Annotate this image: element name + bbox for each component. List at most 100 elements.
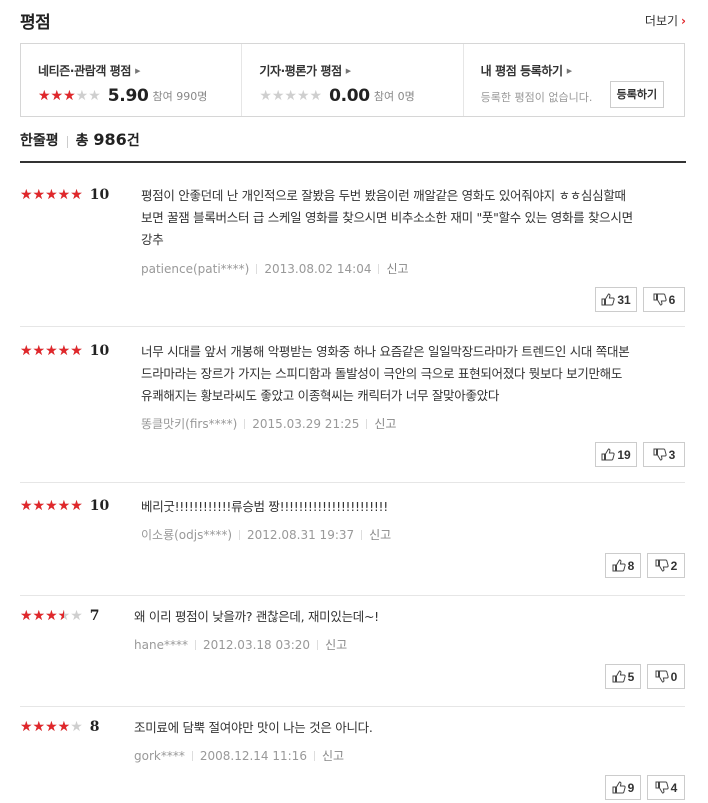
review-vote-buttons: 8 2 (605, 553, 685, 578)
review-date: 2012.03.18 03:20 (202, 637, 311, 652)
review-rating: ★★★★★★★★★★ 8 (20, 719, 100, 735)
critic-star-rating: ★★★★★★★★★★ (259, 89, 322, 103)
review-line: 평점이 안좋던데 난 개인적으로 잘봤음 두번 봤음이런 깨알같은 영화도 있어… (141, 188, 626, 203)
review-meta: gork**** 2008.12.14 11:16 신고 (134, 747, 344, 764)
review-star-rating: ★★★★★★★★★★ (20, 344, 83, 358)
dislike-button[interactable]: 4 (647, 775, 685, 800)
review-author[interactable]: patience(pati****) (141, 262, 249, 276)
review-vote-buttons: 9 4 (605, 775, 685, 800)
review-date: 2012.08.31 19:37 (247, 527, 355, 542)
register-rating-button[interactable]: 등록하기 (609, 81, 665, 108)
review-vote-buttons: 19 3 (595, 442, 685, 467)
report-link[interactable]: 신고 (322, 747, 344, 764)
total-suffix: 건 (126, 133, 140, 149)
divider (239, 529, 241, 540)
review-meta: 똥클맛키(firs****) 2015.03.29 21:25 신고 (141, 415, 396, 432)
review-score: 7 (89, 608, 100, 624)
review-text: 왜 이리 평점이 낮을까? 괜찮은데, 재미있는데~! (134, 606, 675, 628)
divider (317, 639, 319, 650)
thumbs-down-icon (653, 448, 667, 461)
thumbs-down-icon (655, 559, 669, 572)
review-author[interactable]: gork**** (134, 749, 185, 763)
review-text: 너무 시대를 앞서 개봉해 악평받는 영화중 하나 요즘같은 일일막장드라마가 … (141, 341, 675, 407)
thumbs-up-icon (601, 293, 615, 306)
dislike-count: 0 (670, 669, 678, 684)
more-link[interactable]: 더보기 › (645, 12, 686, 29)
dislike-count: 3 (668, 447, 676, 462)
arrow-right-icon: ▶ (566, 66, 572, 75)
divider (366, 418, 368, 429)
like-count: 5 (627, 669, 635, 684)
critic-score: 0.00 (329, 86, 370, 106)
dislike-count: 2 (670, 558, 678, 573)
like-count: 31 (617, 292, 631, 307)
comments-label: 한줄평 (20, 133, 59, 149)
review-star-rating: ★★★★★★★★★★ (20, 720, 83, 734)
star-icon: ★★★★★ (259, 88, 323, 104)
review-author[interactable]: 이소룡(odjs****) (141, 526, 232, 543)
like-count: 9 (627, 780, 635, 795)
netizen-rating: 네티즌·관람객 평점 ▶ ★★★★★★★★★★ 5.90 참여 990명 (21, 44, 241, 116)
like-button[interactable]: 5 (605, 664, 641, 689)
star-fill: ★★★★★ (20, 188, 83, 202)
divider (361, 529, 363, 540)
netizen-rating-label: 네티즌·관람객 평점 (38, 64, 132, 78)
netizen-rating-link[interactable]: 네티즌·관람객 평점 ▶ (38, 62, 241, 79)
more-label: 더보기 (644, 14, 679, 28)
dislike-button[interactable]: 6 (643, 287, 685, 312)
my-rating-link[interactable]: 내 평점 등록하기 ▶ (481, 62, 684, 79)
report-link[interactable]: 신고 (325, 636, 347, 653)
like-button[interactable]: 8 (605, 553, 641, 578)
divider (313, 750, 315, 761)
review-meta: 이소룡(odjs****) 2012.08.31 19:37 신고 (141, 526, 391, 543)
review-text: 베리굿!!!!!!!!!!!!류승범 짱!!!!!!!!!!!!!!!!!!!!… (141, 496, 675, 518)
review-author[interactable]: 똥클맛키(firs****) (141, 415, 237, 432)
review-item: ★★★★★ ★★★★★ 10 평점이 안좋던데 난 개인적으로 잘봤음 두번 봤음… (20, 187, 685, 327)
dislike-button[interactable]: 0 (647, 664, 685, 689)
like-button[interactable]: 9 (605, 775, 641, 800)
comments-header: 한줄평 총 986건 (20, 130, 686, 163)
netizen-score: 5.90 (107, 86, 149, 106)
thumbs-up-icon (612, 670, 626, 683)
review-item: ★★★★★ ★★★★★ 10 베리굿!!!!!!!!!!!!류승범 짱!!!!!!… (20, 498, 685, 596)
like-button[interactable]: 19 (595, 442, 637, 467)
review-vote-buttons: 5 0 (605, 664, 685, 689)
thumbs-down-icon (655, 781, 669, 794)
my-rating-label: 내 평점 등록하기 (480, 64, 563, 78)
review-star-rating: ★★★★★★★★★★ (20, 188, 83, 202)
review-line: 강추 (141, 232, 164, 247)
like-button[interactable]: 31 (595, 287, 637, 312)
thumbs-up-icon (601, 448, 615, 461)
dislike-button[interactable]: 3 (643, 442, 685, 467)
divider (256, 263, 258, 274)
section-title: 평점 (20, 13, 51, 33)
arrow-right-icon: ▶ (345, 66, 351, 75)
my-rating: 내 평점 등록하기 ▶ 등록한 평점이 없습니다. 등록하기 (462, 44, 684, 116)
thumbs-down-icon (655, 670, 669, 683)
star-fill: ★★★★★ (20, 720, 71, 734)
netizen-participants: 참여 990명 (152, 90, 208, 103)
star-fill: ★★★★★ (20, 344, 83, 358)
critic-rating-link[interactable]: 기자·평론가 평점 ▶ (259, 62, 462, 79)
star-fill: ★★★★★ (20, 609, 65, 623)
dislike-button[interactable]: 2 (647, 553, 685, 578)
review-score: 10 (89, 498, 110, 514)
dislike-count: 4 (670, 780, 678, 795)
review-meta: patience(pati****) 2013.08.02 14:04 신고 (141, 260, 409, 277)
review-line: 베리굿!!!!!!!!!!!!류승범 짱!!!!!!!!!!!!!!!!!!!!… (141, 499, 388, 514)
review-rating: ★★★★★★★★★★ 7 (20, 608, 100, 624)
report-link[interactable]: 신고 (369, 526, 391, 543)
review-text: 조미료에 담뿍 절여야만 맛이 나는 것은 아니다. (134, 717, 675, 739)
review-author[interactable]: hane**** (134, 638, 188, 652)
total-count: 986 (93, 130, 127, 149)
critic-rating-label: 기자·평론가 평점 (259, 64, 342, 78)
thumbs-up-icon (612, 781, 626, 794)
critic-rating: 기자·평론가 평점 ▶ ★★★★★★★★★★ 0.00 참여 0명 (241, 44, 462, 116)
report-link[interactable]: 신고 (386, 260, 408, 277)
ratings-header: 평점 더보기 › (20, 8, 686, 33)
report-link[interactable]: 신고 (374, 415, 396, 432)
thumbs-down-icon (653, 293, 667, 306)
arrow-right-icon: ▶ (135, 66, 141, 75)
review-star-rating: ★★★★★★★★★★ (20, 499, 83, 513)
review-vote-buttons: 31 6 (595, 287, 685, 312)
